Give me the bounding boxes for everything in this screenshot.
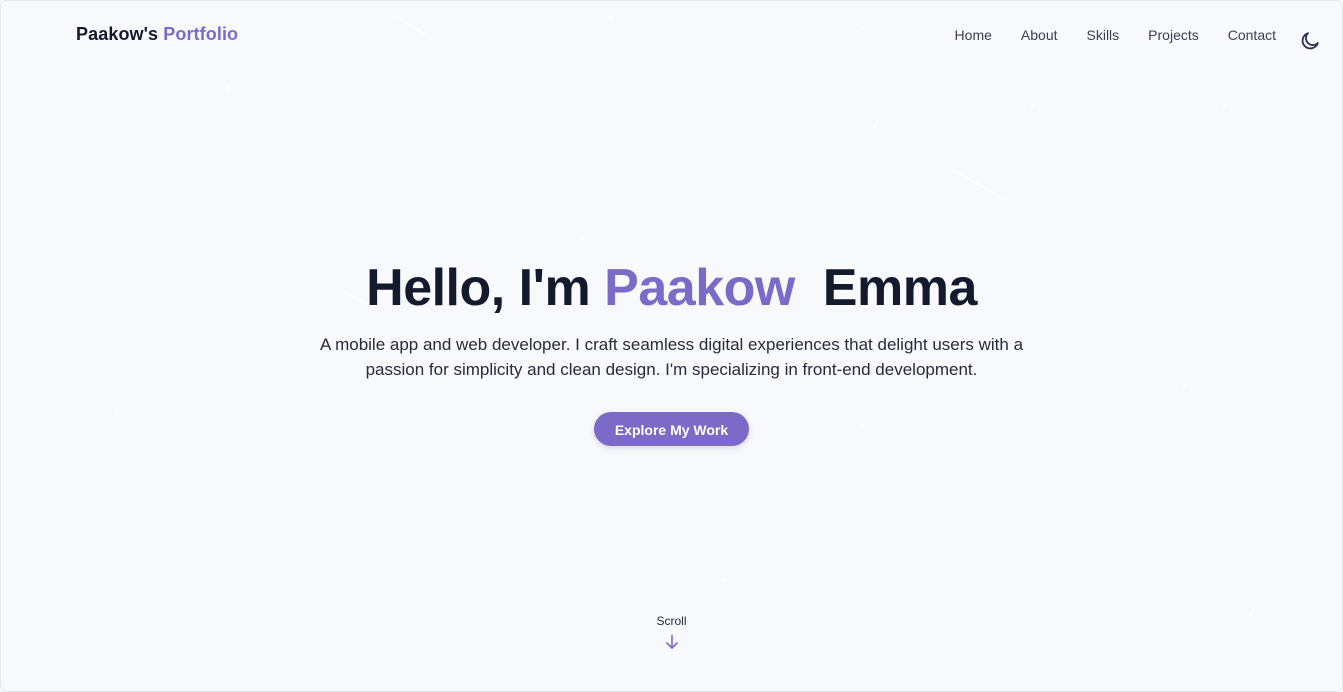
- nav-item-contact[interactable]: Contact: [1228, 27, 1276, 43]
- hero-description: A mobile app and web developer. I craft …: [319, 335, 1024, 379]
- sparkle-decoration: [227, 87, 230, 90]
- scroll-indicator[interactable]: Scroll: [1, 614, 1342, 650]
- hero-last-name: Emma: [822, 259, 978, 317]
- scroll-label: Scroll: [656, 614, 687, 628]
- sparkle-decoration: [1223, 105, 1226, 108]
- nav-item-projects[interactable]: Projects: [1148, 27, 1199, 43]
- brand-logo[interactable]: Paakow's Portfolio: [76, 24, 238, 45]
- site-header: Paakow's Portfolio Home About Skills Pro…: [1, 1, 1342, 71]
- sparkle-decoration: [935, 159, 1019, 209]
- nav-item-skills[interactable]: Skills: [1087, 27, 1120, 43]
- page: Paakow's Portfolio Home About Skills Pro…: [0, 0, 1343, 692]
- sparkle-decoration: [873, 125, 876, 128]
- hero-first-name: Paakow: [604, 259, 795, 317]
- nav-item-home[interactable]: Home: [955, 27, 992, 43]
- hero-title: Hello, I'm Paakow Emma: [1, 251, 1342, 325]
- hero-greeting: Hello, I'm: [366, 259, 591, 317]
- nav-item-about[interactable]: About: [1021, 27, 1058, 43]
- moon-icon: [1301, 32, 1319, 50]
- arrow-down-icon: [665, 634, 678, 649]
- brand-name: Paakow's: [76, 24, 159, 44]
- sparkle-decoration: [1031, 105, 1034, 108]
- explore-work-button[interactable]: Explore My Work: [594, 412, 749, 446]
- sparkle-decoration: [581, 237, 584, 240]
- main-nav: Home About Skills Projects Contact: [926, 27, 1276, 43]
- theme-toggle-button[interactable]: [1299, 30, 1321, 52]
- brand-accent: Portfolio: [163, 24, 239, 44]
- sparkle-decoration: [723, 579, 726, 582]
- hero-section: Hello, I'm Paakow Emma A mobile app and …: [1, 251, 1342, 446]
